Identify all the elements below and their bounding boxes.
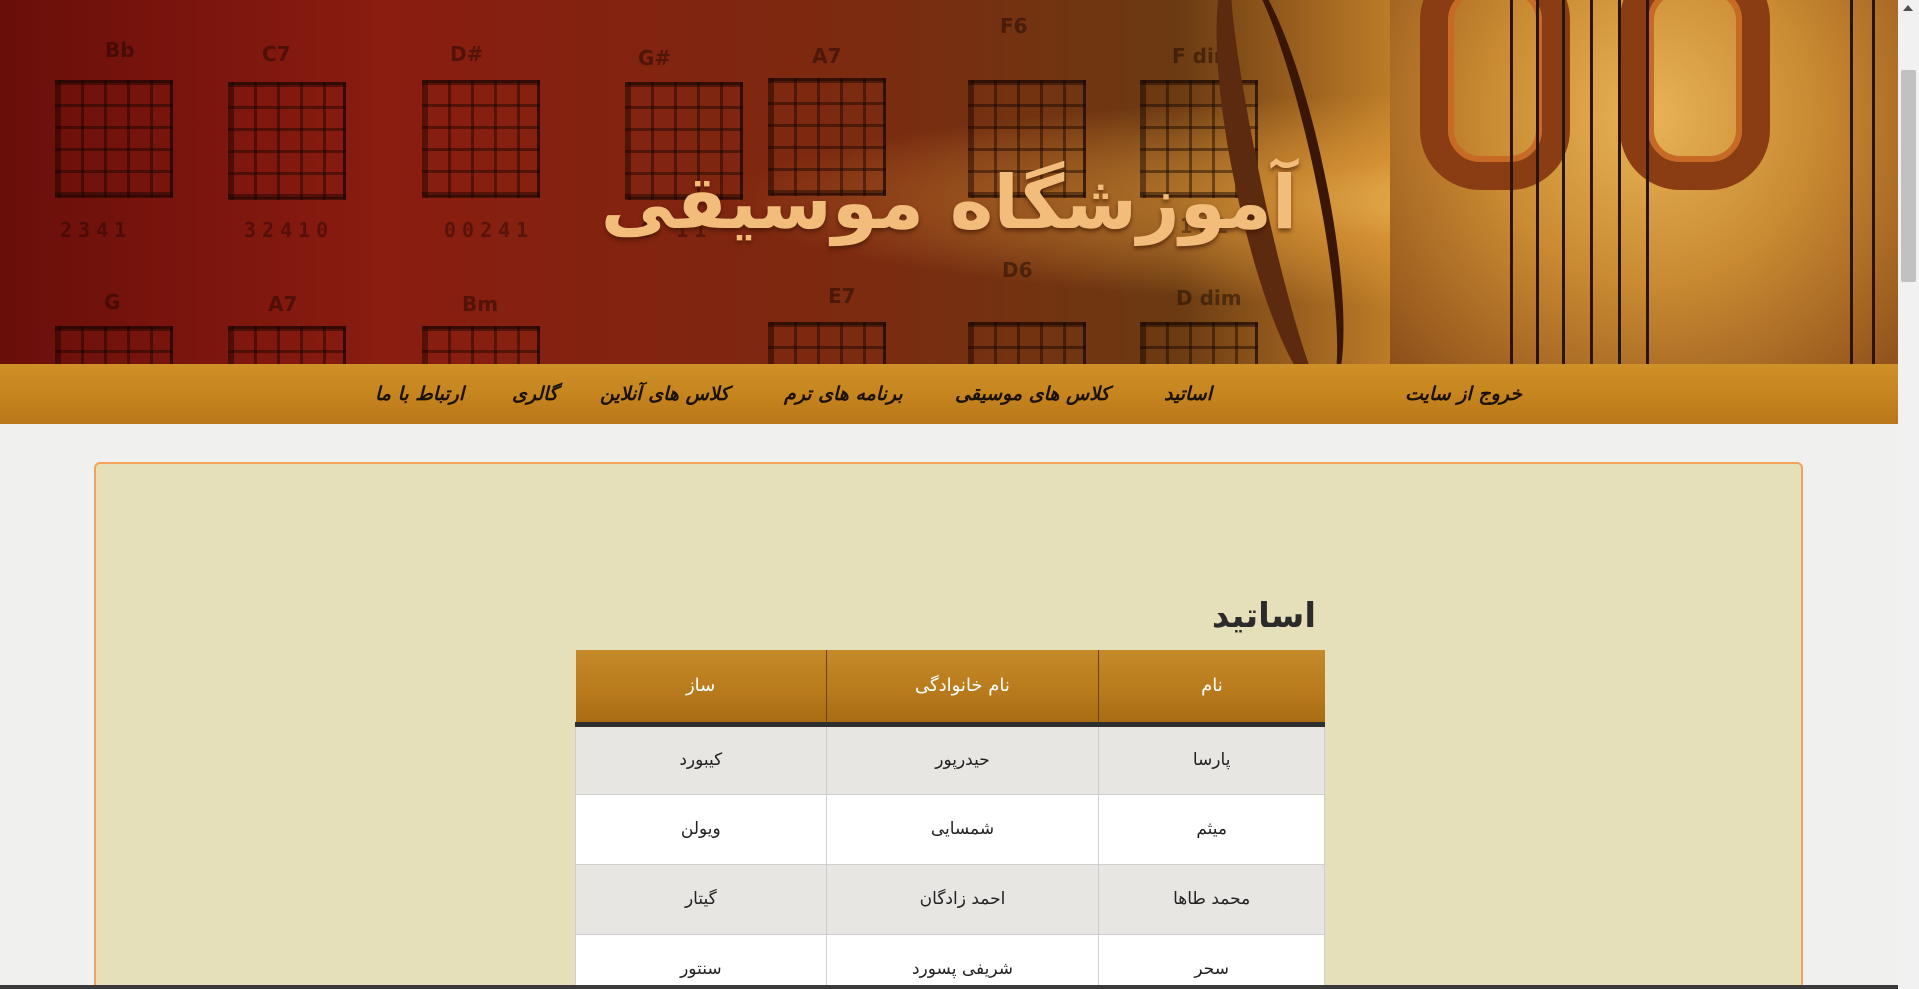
- nav-item-term-programs[interactable]: برنامه های ترم: [784, 383, 903, 405]
- column-header-family: نام خانوادگی: [825, 650, 1099, 727]
- cell-name: محمد طاها: [1098, 863, 1325, 935]
- cell-family: شریفی پسورد: [825, 933, 1100, 989]
- cell-family: شمسایی: [825, 793, 1100, 865]
- cell-instrument: گیتار: [575, 863, 827, 935]
- bottom-edge-divider: [0, 985, 1898, 989]
- chord-label: G#: [638, 46, 672, 70]
- chord-diagram: [228, 326, 346, 364]
- column-header-instrument: ساز: [575, 650, 827, 727]
- table-row: میثم شمسایی ویولن: [575, 793, 1325, 865]
- section-title: اساتید: [1211, 596, 1316, 636]
- table-row: محمد طاها احمد زادگان گیتار: [575, 863, 1325, 935]
- chord-label: Bb: [105, 38, 135, 62]
- chord-label: A7: [812, 44, 842, 68]
- chord-diagram: [422, 326, 540, 364]
- chord-label: E7: [828, 284, 856, 308]
- vertical-scrollbar[interactable]: [1898, 0, 1919, 989]
- cell-family: حیدرپور: [825, 723, 1100, 795]
- table-row: سحر شریفی پسورد سنتور: [575, 933, 1325, 989]
- nav-item-gallery[interactable]: گالری: [512, 383, 558, 405]
- nav-item-music-classes[interactable]: کلاس های موسیقی: [955, 383, 1110, 405]
- cell-name: پارسا: [1098, 723, 1325, 795]
- scroll-up-arrow-icon[interactable]: [1903, 5, 1913, 11]
- chord-diagram: [768, 322, 886, 364]
- header-banner: Bb C7 D# G# A7 F6 F dim 2341 32410 00241…: [0, 0, 1898, 364]
- chord-diagram: [1140, 322, 1258, 364]
- teachers-table: نام نام خانوادگی ساز پارسا حیدرپور کیبور…: [575, 650, 1325, 989]
- nav-item-online-classes[interactable]: کلاس های آنلاین: [600, 383, 729, 405]
- scrollbar-thumb[interactable]: [1901, 70, 1916, 282]
- table-row: پارسا حیدرپور کیبورد: [575, 723, 1325, 795]
- chord-diagram: [968, 322, 1086, 364]
- chord-label: F6: [1000, 14, 1028, 38]
- chord-label: D#: [450, 42, 484, 66]
- chord-label: G: [104, 290, 121, 314]
- chord-label: A7: [268, 292, 298, 316]
- chord-label: D6: [1002, 258, 1033, 282]
- nav-item-logout[interactable]: خروج از سایت: [1405, 383, 1522, 405]
- site-title: آموزشگاه موسیقی: [600, 160, 1298, 246]
- chord-label: Bm: [462, 292, 499, 316]
- cell-name: میثم: [1098, 793, 1325, 865]
- nav-item-contact[interactable]: ارتباط با ما: [375, 383, 464, 405]
- table-header-row: نام نام خانوادگی ساز: [575, 650, 1325, 727]
- chord-label: C7: [262, 42, 291, 66]
- cell-instrument: ویولن: [575, 793, 827, 865]
- content-panel: اساتید نام نام خانوادگی ساز پارسا حیدرپو…: [94, 462, 1803, 989]
- cell-name: سحر: [1098, 933, 1325, 989]
- main-nav: خروج از سایت اساتید کلاس های موسیقی برنا…: [0, 364, 1898, 424]
- nav-item-teachers[interactable]: اساتید: [1164, 383, 1212, 405]
- chord-label: D dim: [1176, 286, 1242, 310]
- cell-instrument: کیبورد: [575, 723, 827, 795]
- cell-family: احمد زادگان: [825, 863, 1100, 935]
- chord-diagram: [55, 326, 173, 364]
- cell-instrument: سنتور: [575, 933, 827, 989]
- column-header-name: نام: [1098, 650, 1325, 727]
